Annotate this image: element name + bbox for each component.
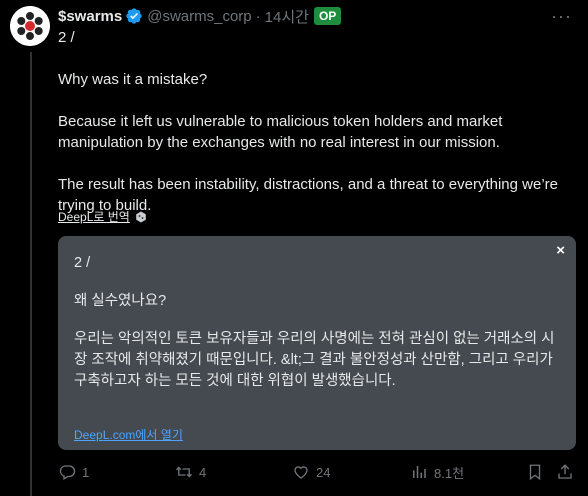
- repost-count: 4: [199, 464, 207, 480]
- reply-icon: [59, 465, 76, 480]
- views-button[interactable]: 8.1천: [410, 460, 464, 484]
- display-name[interactable]: $swarms: [58, 8, 122, 25]
- share-button[interactable]: [556, 460, 574, 484]
- handle[interactable]: @swarms_corp: [147, 8, 251, 25]
- repost-icon: [176, 466, 192, 478]
- like-count: 24: [316, 464, 331, 480]
- bookmark-icon: [529, 464, 541, 481]
- separator: ·: [255, 7, 261, 25]
- translation-line: 2 /: [74, 255, 91, 271]
- post-line: Why was it a mistake?: [58, 71, 208, 88]
- thread-line: [30, 52, 32, 496]
- translation-card: × 2 / 왜 실수였나요? 우리는 악의적인 토큰 보유자들과 우리의 사명에…: [58, 236, 576, 450]
- post-line: 2 /: [58, 29, 75, 46]
- like-icon: [294, 466, 308, 479]
- repost-button[interactable]: 4: [175, 460, 206, 484]
- avatar[interactable]: [10, 6, 50, 46]
- action-bar: 1 4 24 8.1천: [58, 460, 578, 484]
- translation-line: 왜 실수였나요?: [74, 293, 167, 309]
- views-icon: [413, 466, 426, 478]
- deepl-icon: [136, 211, 146, 222]
- share-icon: [558, 464, 572, 479]
- swarms-logo-icon: [10, 6, 50, 46]
- like-button[interactable]: 24: [292, 460, 330, 484]
- translation-content: 2 / 왜 실수였나요? 우리는 악의적인 토큰 보유자들과 우리의 사명에는 …: [74, 253, 566, 392]
- views-count: 8.1천: [434, 465, 465, 481]
- timestamp[interactable]: 14시간: [265, 6, 309, 27]
- reply-button[interactable]: 1: [58, 460, 89, 484]
- verified-icon: [125, 7, 143, 25]
- translation-line: 우리는 악의적인 토큰 보유자들과 우리의 사명에는 전혀 관심이 없는 거래소…: [74, 331, 555, 389]
- translate-link-label[interactable]: DeepL로 번역: [58, 208, 130, 225]
- open-deepl-link[interactable]: DeepL.com에서 열기: [74, 426, 183, 443]
- bookmark-button[interactable]: [526, 460, 544, 484]
- translate-link[interactable]: DeepL로 번역: [58, 208, 147, 225]
- op-badge: OP: [313, 7, 342, 25]
- post-header: $swarms @swarms_corp · 14시간 OP: [58, 6, 342, 27]
- post-body: 2 / Why was it a mistake? Because it lef…: [58, 27, 568, 216]
- post-line: Because it left us vulnerable to malicio…: [58, 113, 503, 151]
- more-icon[interactable]: ···: [551, 6, 572, 27]
- reply-count: 1: [82, 464, 90, 480]
